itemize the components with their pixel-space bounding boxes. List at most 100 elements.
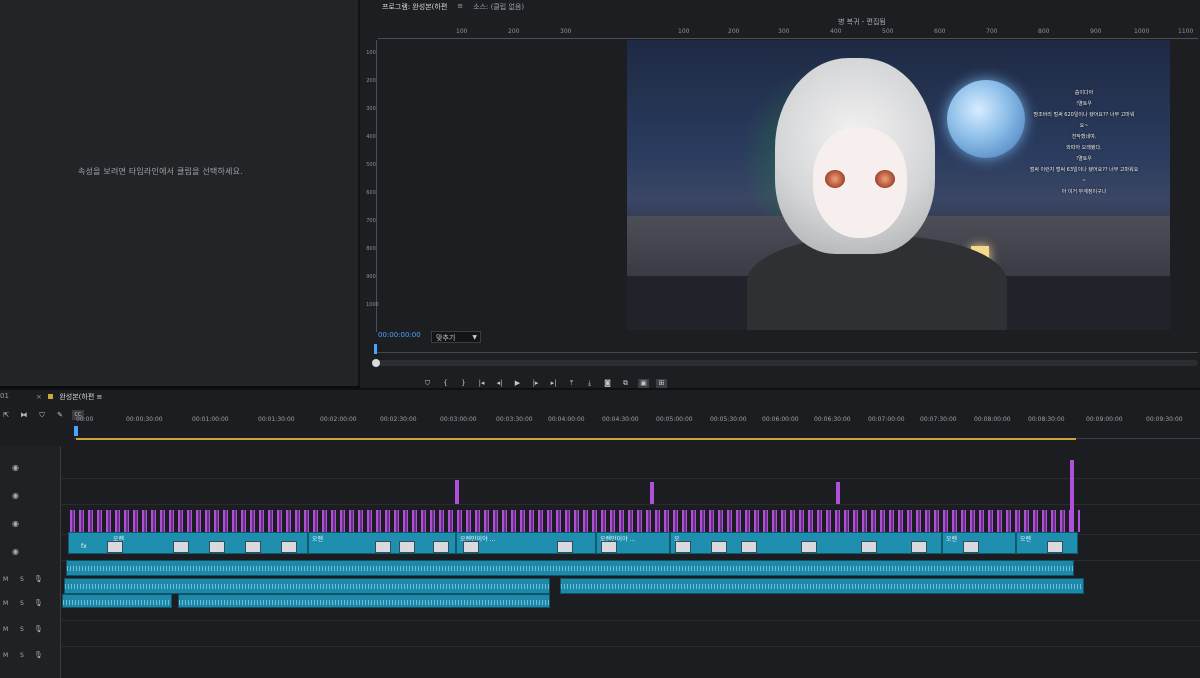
monitor-playhead[interactable] — [374, 344, 377, 354]
ruler-label: 1100 — [1178, 28, 1194, 35]
clip-thumbnail — [861, 541, 877, 553]
ruler-label: 500 — [882, 28, 894, 35]
track-header-a3: M S 🎙 — [0, 618, 60, 640]
export-frame-icon[interactable]: ◙ — [602, 379, 613, 388]
in-point-icon[interactable]: { — [440, 379, 451, 388]
timecode-label: 00:03:30:00 — [496, 416, 533, 423]
zoom-fit-value: 맞추기 — [436, 334, 456, 342]
mic-icon[interactable]: 🎙 — [34, 599, 43, 607]
step-back-icon[interactable]: ◂| — [494, 379, 505, 388]
timecode-label: 00:07:00:00 — [868, 416, 905, 423]
mute-button[interactable]: M — [3, 576, 8, 583]
lift-icon[interactable]: ⤒ — [566, 379, 577, 388]
timeline-ruler[interactable]: 00:00 00:00:30:00 00:01:00:00 00:01:30:0… — [74, 416, 1200, 439]
out-point-icon[interactable]: } — [458, 379, 469, 388]
monitor-scrub-bar[interactable] — [372, 359, 1198, 367]
snap-icon[interactable]: ⇱ — [0, 410, 12, 420]
chat-line: !멸토우 — [1076, 156, 1092, 162]
solo-button[interactable]: S — [20, 600, 24, 607]
eye-icon[interactable]: ◉ — [12, 547, 19, 556]
scrub-handle[interactable] — [372, 359, 380, 367]
work-area-bar[interactable] — [76, 438, 1076, 440]
compare-icon[interactable]: ⧉ — [620, 379, 631, 388]
adjustment-clip-strip[interactable] — [70, 510, 1080, 532]
ruler-label: 800 — [366, 246, 376, 252]
step-forward-icon[interactable]: |▸ — [530, 379, 541, 388]
clip-thumbnail — [399, 541, 415, 553]
solo-button[interactable]: S — [20, 626, 24, 633]
chat-line: 천작했네여. — [1071, 134, 1097, 140]
tab-program[interactable]: 프로그램: 완성본(하편 — [382, 2, 447, 12]
adjustment-clip[interactable] — [1070, 460, 1074, 532]
clip-thumbnail — [1047, 541, 1063, 553]
timecode-label: 00:08:30:00 — [1028, 416, 1065, 423]
timeline-panel: 01 × 완성본(하편 ≡ ⇱ ⧓ ⛉ ✎ CC 00:00 00:00:30:… — [0, 388, 1200, 678]
chat-line: 춥이다아 — [1074, 90, 1094, 96]
video-clip[interactable]: 오렌 — [942, 532, 1016, 554]
audio-clip-a2[interactable] — [560, 578, 1084, 594]
audio-clip-a1[interactable] — [66, 560, 1074, 576]
ruler-label: 200 — [366, 78, 376, 84]
play-icon[interactable]: ▶ — [512, 379, 523, 388]
ruler-label: 400 — [830, 28, 842, 35]
mute-button[interactable]: M — [3, 626, 8, 633]
ruler-label: 400 — [366, 134, 376, 140]
zoom-fit-select[interactable]: 맞추기 ▼ — [431, 331, 481, 343]
mic-icon[interactable]: 🎙 — [34, 651, 43, 659]
ruler-label: 300 — [366, 106, 376, 112]
video-clip[interactable]: 오렌 fx — [68, 532, 308, 554]
mic-icon[interactable]: 🎙 — [34, 625, 43, 633]
effect-controls-panel: 속성을 보려면 타임라인에서 클립을 선택하세요. — [0, 0, 360, 386]
video-clip[interactable]: 오렌만이야 ... — [596, 532, 670, 554]
linked-selection-icon[interactable]: ⧓ — [18, 410, 30, 420]
eye-icon[interactable]: ◉ — [12, 463, 19, 472]
video-preview-frame[interactable]: 춥이다아 !멸토우 땅조바리 벌써 620일이나 됐어요?? 너무 고마워 요~… — [627, 40, 1170, 330]
chat-line: 요~ — [1079, 123, 1089, 129]
go-out-icon[interactable]: ▸| — [548, 379, 559, 388]
solo-button[interactable]: S — [20, 652, 24, 659]
close-icon[interactable]: × — [36, 393, 42, 401]
timecode-label: 00:04:00:00 — [548, 416, 585, 423]
solo-button[interactable]: S — [20, 576, 24, 583]
timeline-playhead[interactable] — [74, 426, 78, 436]
adjustment-clip[interactable] — [650, 482, 654, 504]
audio-clip-a3[interactable] — [62, 594, 172, 608]
mute-button[interactable]: M — [3, 652, 8, 659]
video-clip[interactable]: 오렌만이야 ... — [456, 532, 596, 554]
ruler-label: 200 — [728, 28, 740, 35]
ruler-label: 900 — [366, 274, 376, 280]
monitor-time-ruler[interactable] — [374, 346, 1198, 353]
clip-label: 오렌 — [1020, 536, 1032, 543]
ruler-label: 600 — [366, 190, 376, 196]
mic-icon[interactable]: 🎙 — [34, 575, 43, 583]
timecode-label: 00:02:00:00 — [320, 416, 357, 423]
audio-clip-a3[interactable] — [178, 594, 550, 608]
mute-button[interactable]: M — [3, 600, 8, 607]
eye-icon[interactable]: ◉ — [12, 491, 19, 500]
eye-icon[interactable]: ◉ — [12, 519, 19, 528]
adjustment-clip[interactable] — [836, 482, 840, 504]
video-clip[interactable]: 오렌 — [1016, 532, 1078, 554]
vr-icon[interactable]: ▣ — [638, 379, 649, 388]
extract-icon[interactable]: ⤓ — [584, 379, 595, 388]
tab-source[interactable]: 소스: (클립 없음) — [473, 2, 524, 12]
vertical-ruler: 100 200 300 400 500 600 700 800 900 1000 — [366, 40, 379, 332]
go-in-icon[interactable]: |◂ — [476, 379, 487, 388]
add-marker-icon[interactable]: ⛉ — [36, 410, 48, 420]
video-clip[interactable]: 오렌 — [308, 532, 456, 554]
wrench-icon[interactable]: ✎ — [54, 410, 66, 420]
chat-line: 와따아 오래됐다. — [1066, 145, 1102, 151]
video-clip[interactable]: 오 — [670, 532, 942, 554]
tab-menu-icon[interactable]: ≡ — [457, 2, 463, 12]
sequence-tab[interactable]: × 완성본(하편 ≡ — [36, 392, 102, 402]
chat-line: 땅조바리 벌써 620일이나 됐어요?? 너무 고마워 — [1033, 112, 1135, 118]
sequence-menu-icon[interactable]: ≡ — [97, 393, 103, 401]
ruler-label: 300 — [778, 28, 790, 35]
marker-icon[interactable]: ⛉ — [422, 379, 433, 388]
settings-icon[interactable]: ⊞ — [656, 379, 667, 388]
audio-clip-a2[interactable] — [64, 578, 550, 594]
playhead-timecode[interactable]: 00:00:00:00 — [378, 331, 421, 339]
sequence-color-swatch — [48, 394, 54, 399]
timecode-label: 00:09:30:00 — [1146, 416, 1183, 423]
adjustment-clip[interactable] — [455, 480, 459, 504]
